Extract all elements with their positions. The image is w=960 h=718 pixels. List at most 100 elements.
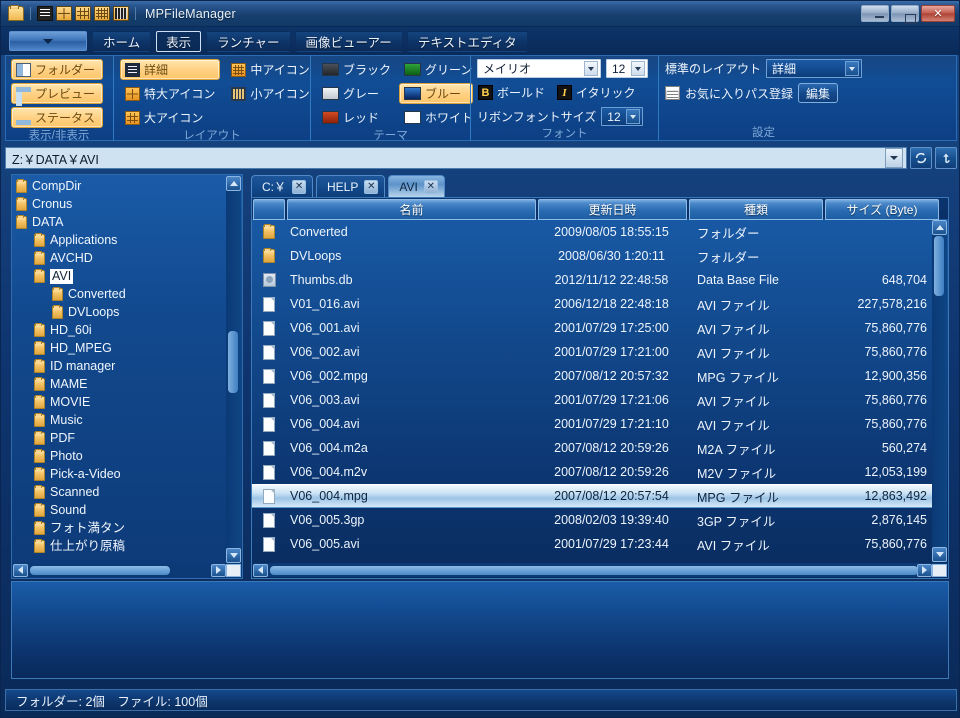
layout-detail-button[interactable]: 詳細 xyxy=(120,59,221,80)
table-row[interactable]: V06_005.avi 2001/07/29 17:23:44 AVI ファイル 75… xyxy=(252,532,932,556)
tree-node[interactable]: Sound xyxy=(12,501,242,519)
column-header-icon[interactable] xyxy=(253,199,285,220)
tree-node[interactable]: フォト満タン xyxy=(12,519,242,537)
table-row[interactable]: V06_004.mpg 2007/08/12 20:57:54 MPG ファイル 12… xyxy=(252,484,932,508)
theme-gray-button[interactable]: グレー xyxy=(317,83,395,104)
ribbon-font-size-select[interactable]: 12 xyxy=(601,107,644,126)
maximize-button[interactable] xyxy=(891,5,919,22)
path-input[interactable]: Z:￥DATA￥AVI xyxy=(5,147,907,169)
font-italic-button[interactable]: I イタリック xyxy=(556,82,637,103)
tree-node[interactable]: Scanned xyxy=(12,483,242,501)
tree-node[interactable]: ID manager xyxy=(12,357,242,375)
file-scroll-right-button[interactable] xyxy=(917,563,932,577)
ribbon-tab-launcher[interactable]: ランチャー xyxy=(207,30,290,52)
tree-node[interactable]: DATA xyxy=(12,213,242,231)
theme-red-button[interactable]: レッド xyxy=(317,107,395,128)
toggle-preview-pane[interactable]: プレビュー xyxy=(11,83,103,106)
file-list-rows[interactable]: Converted 2009/08/05 18:55:15 フォルダー DVLoops… xyxy=(252,220,932,562)
medium-icon[interactable] xyxy=(94,6,110,21)
toggle-status-pane[interactable]: ステータス xyxy=(11,107,103,128)
layout-large-button[interactable]: 大アイコン xyxy=(120,107,220,128)
tree-scroll-left-button[interactable] xyxy=(13,563,28,577)
tree-vertical-scrollbar[interactable] xyxy=(226,176,241,563)
close-icon[interactable]: ✕ xyxy=(292,179,307,194)
file-tab[interactable]: AVI ✕ xyxy=(388,175,445,197)
file-tab[interactable]: HELP ✕ xyxy=(316,175,386,197)
tree-node[interactable]: HD_60i xyxy=(12,321,242,339)
file-list-vertical-scrollbar[interactable] xyxy=(932,220,947,562)
layout-medium-button[interactable]: 中アイコン xyxy=(226,59,314,80)
column-header-type[interactable]: 種類 xyxy=(689,199,823,220)
file-scroll-thumb[interactable] xyxy=(934,236,944,296)
chevron-down-icon[interactable] xyxy=(885,148,903,168)
table-row[interactable]: V06_004.avi 2001/07/29 17:21:10 AVI ファイル 75… xyxy=(252,412,932,436)
tree-node[interactable]: 仕上がり原稿 xyxy=(12,537,242,555)
font-bold-button[interactable]: B ボールド xyxy=(477,82,546,103)
up-directory-button[interactable] xyxy=(935,147,957,169)
tree-scroll-up-button[interactable] xyxy=(226,176,241,191)
table-row[interactable]: DVLoops 2008/06/30 1:20:11 フォルダー xyxy=(252,244,932,268)
tree-scroll-right-button[interactable] xyxy=(211,563,226,577)
file-scroll-down-button[interactable] xyxy=(932,547,947,562)
tree-node[interactable]: PDF xyxy=(12,429,242,447)
table-row[interactable]: V06_002.avi 2001/07/29 17:21:00 AVI ファイル 75… xyxy=(252,340,932,364)
ribbon-tab-image-viewer[interactable]: 画像ビューアー xyxy=(295,30,402,52)
chevron-down-icon[interactable] xyxy=(845,61,860,76)
theme-green-button[interactable]: グリーン xyxy=(399,59,473,80)
tree-node[interactable]: MOVIE xyxy=(12,393,242,411)
tree-node[interactable]: Photo xyxy=(12,447,242,465)
theme-black-button[interactable]: ブラック xyxy=(317,59,395,80)
tree-node[interactable]: Converted xyxy=(12,285,242,303)
tree-node[interactable]: CompDir xyxy=(12,177,242,195)
tree-node[interactable]: DVLoops xyxy=(12,303,242,321)
chevron-down-icon[interactable] xyxy=(584,61,598,76)
chevron-down-icon[interactable] xyxy=(626,109,641,124)
file-scroll-left-button[interactable] xyxy=(253,563,268,577)
table-row[interactable]: V06_005.3gp 2008/02/03 19:39:40 3GP ファイル 2,… xyxy=(252,508,932,532)
table-row[interactable]: V06_004.m2a 2007/08/12 20:59:26 M2A ファイル 56… xyxy=(252,436,932,460)
tree-hscroll-track[interactable] xyxy=(28,564,211,577)
default-layout-select[interactable]: 詳細 xyxy=(766,59,863,78)
minimize-button[interactable] xyxy=(861,5,889,22)
file-tab[interactable]: C:￥ ✕ xyxy=(251,175,314,197)
table-row[interactable]: V06_002.mpg 2007/08/12 20:57:32 MPG ファイル 12… xyxy=(252,364,932,388)
layout-extra-large-button[interactable]: 特大アイコン xyxy=(120,83,220,104)
tree-hscroll-thumb[interactable] xyxy=(30,565,170,575)
theme-white-button[interactable]: ホワイト xyxy=(399,107,473,128)
table-row[interactable]: V06_004.m2v 2007/08/12 20:59:26 M2V ファイル 12… xyxy=(252,460,932,484)
file-hscroll-thumb[interactable] xyxy=(270,565,918,575)
theme-blue-button[interactable]: ブルー xyxy=(399,83,473,104)
small-icon[interactable] xyxy=(113,6,129,21)
folder-icon[interactable] xyxy=(8,5,24,21)
file-scroll-up-button[interactable] xyxy=(932,220,947,235)
edit-favorites-button[interactable]: 編集 xyxy=(798,83,839,103)
file-list-horizontal-scrollbar[interactable] xyxy=(253,563,947,577)
tree-node[interactable]: Applications xyxy=(12,231,242,249)
tree-node[interactable]: AVCHD xyxy=(12,249,242,267)
tree-scroll-thumb[interactable] xyxy=(228,331,238,393)
font-family-select[interactable]: メイリオ xyxy=(477,59,601,78)
table-row[interactable]: Thumbs.db 2012/11/12 22:48:58 Data Base Fi… xyxy=(252,268,932,292)
tree-node[interactable]: HD_MPEG xyxy=(12,339,242,357)
tree-node[interactable]: Music xyxy=(12,411,242,429)
toggle-folder-pane[interactable]: フォルダー xyxy=(11,59,103,80)
folder-tree[interactable]: CompDir Cronus DATA Applications AVCHD AVI Con… xyxy=(12,175,242,564)
table-row[interactable]: V06_001.avi 2001/07/29 17:25:00 AVI ファイル 75… xyxy=(252,316,932,340)
close-icon[interactable]: ✕ xyxy=(423,179,438,194)
font-size-select[interactable]: 12 xyxy=(606,59,648,78)
close-icon[interactable]: ✕ xyxy=(364,179,379,194)
layout-small-button[interactable]: 小アイコン xyxy=(226,83,314,104)
tree-scroll-down-button[interactable] xyxy=(226,548,241,563)
file-hscroll-track[interactable] xyxy=(268,564,918,577)
tree-node[interactable]: Pick-a-Video xyxy=(12,465,242,483)
large-icon[interactable] xyxy=(75,6,91,21)
refresh-button[interactable] xyxy=(910,147,932,169)
table-row[interactable]: V06_003.avi 2001/07/29 17:21:06 AVI ファイル 75… xyxy=(252,388,932,412)
column-header-name[interactable]: 名前 xyxy=(287,199,536,220)
table-row[interactable]: V01_016.avi 2006/12/18 22:48:18 AVI ファイル 22… xyxy=(252,292,932,316)
tree-node[interactable]: MAME xyxy=(12,375,242,393)
ribbon-tab-view[interactable]: 表示 xyxy=(156,30,202,52)
tree-horizontal-scrollbar[interactable] xyxy=(13,563,241,577)
application-menu-button[interactable] xyxy=(9,31,87,51)
tree-node[interactable]: Cronus xyxy=(12,195,242,213)
